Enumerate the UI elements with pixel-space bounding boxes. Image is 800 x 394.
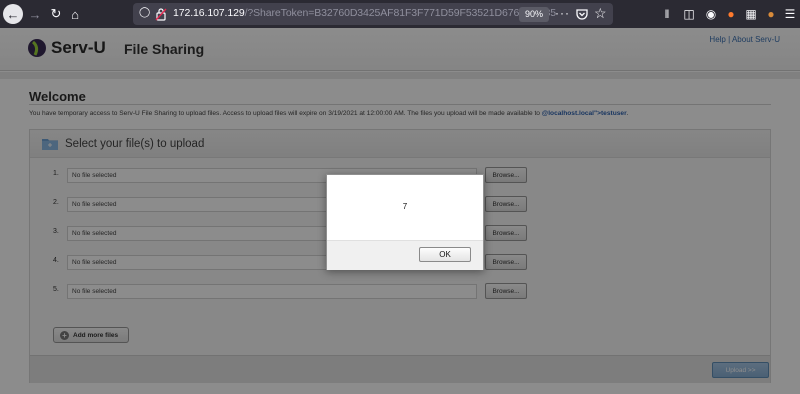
library-icon[interactable]: ‖ bbox=[660, 7, 674, 21]
url-text[interactable]: 172.16.107.129/?ShareToken=B32760D3425AF… bbox=[173, 7, 556, 19]
shield-icon[interactable]: ◯ bbox=[139, 7, 151, 21]
extension-cookie-icon[interactable]: ● bbox=[764, 7, 778, 21]
back-arrow-icon[interactable]: ← bbox=[3, 4, 23, 24]
extensions-grid-icon[interactable]: ▦ bbox=[744, 7, 758, 21]
alert-message: 7 bbox=[402, 202, 408, 211]
web-page: Serv-U File Sharing Help | About Serv-U … bbox=[0, 28, 800, 394]
forward-arrow-icon[interactable]: → bbox=[28, 6, 42, 22]
home-icon[interactable]: ⌂ bbox=[68, 6, 82, 22]
alert-dialog: 7 OK bbox=[326, 174, 484, 270]
pocket-icon[interactable] bbox=[575, 7, 589, 21]
insecure-lock-icon[interactable] bbox=[155, 7, 167, 21]
browser-toolbar: ← → ↻ ⌂ ◯ 172.16.107.129/?ShareToken=B32… bbox=[0, 0, 800, 28]
page-actions-icon[interactable]: ··· bbox=[555, 6, 570, 20]
bookmark-star-icon[interactable]: ☆ bbox=[594, 5, 607, 22]
url-host: 172.16.107.129 bbox=[173, 7, 245, 19]
ok-button[interactable]: OK bbox=[419, 247, 471, 262]
alert-footer: OK bbox=[327, 240, 483, 270]
reload-icon[interactable]: ↻ bbox=[49, 6, 63, 22]
zoom-level[interactable]: 90% bbox=[519, 7, 550, 22]
menu-icon[interactable]: ☰ bbox=[783, 7, 797, 21]
account-icon[interactable]: ◉ bbox=[704, 7, 718, 21]
extension-fox-icon[interactable]: ● bbox=[724, 7, 738, 21]
sidebar-icon[interactable]: ◫ bbox=[682, 7, 696, 21]
url-path: /?ShareToken=B32760D3425AF81F3F771D59F53… bbox=[244, 7, 557, 19]
url-bar[interactable]: ◯ 172.16.107.129/?ShareToken=B32760D3425… bbox=[133, 3, 613, 25]
